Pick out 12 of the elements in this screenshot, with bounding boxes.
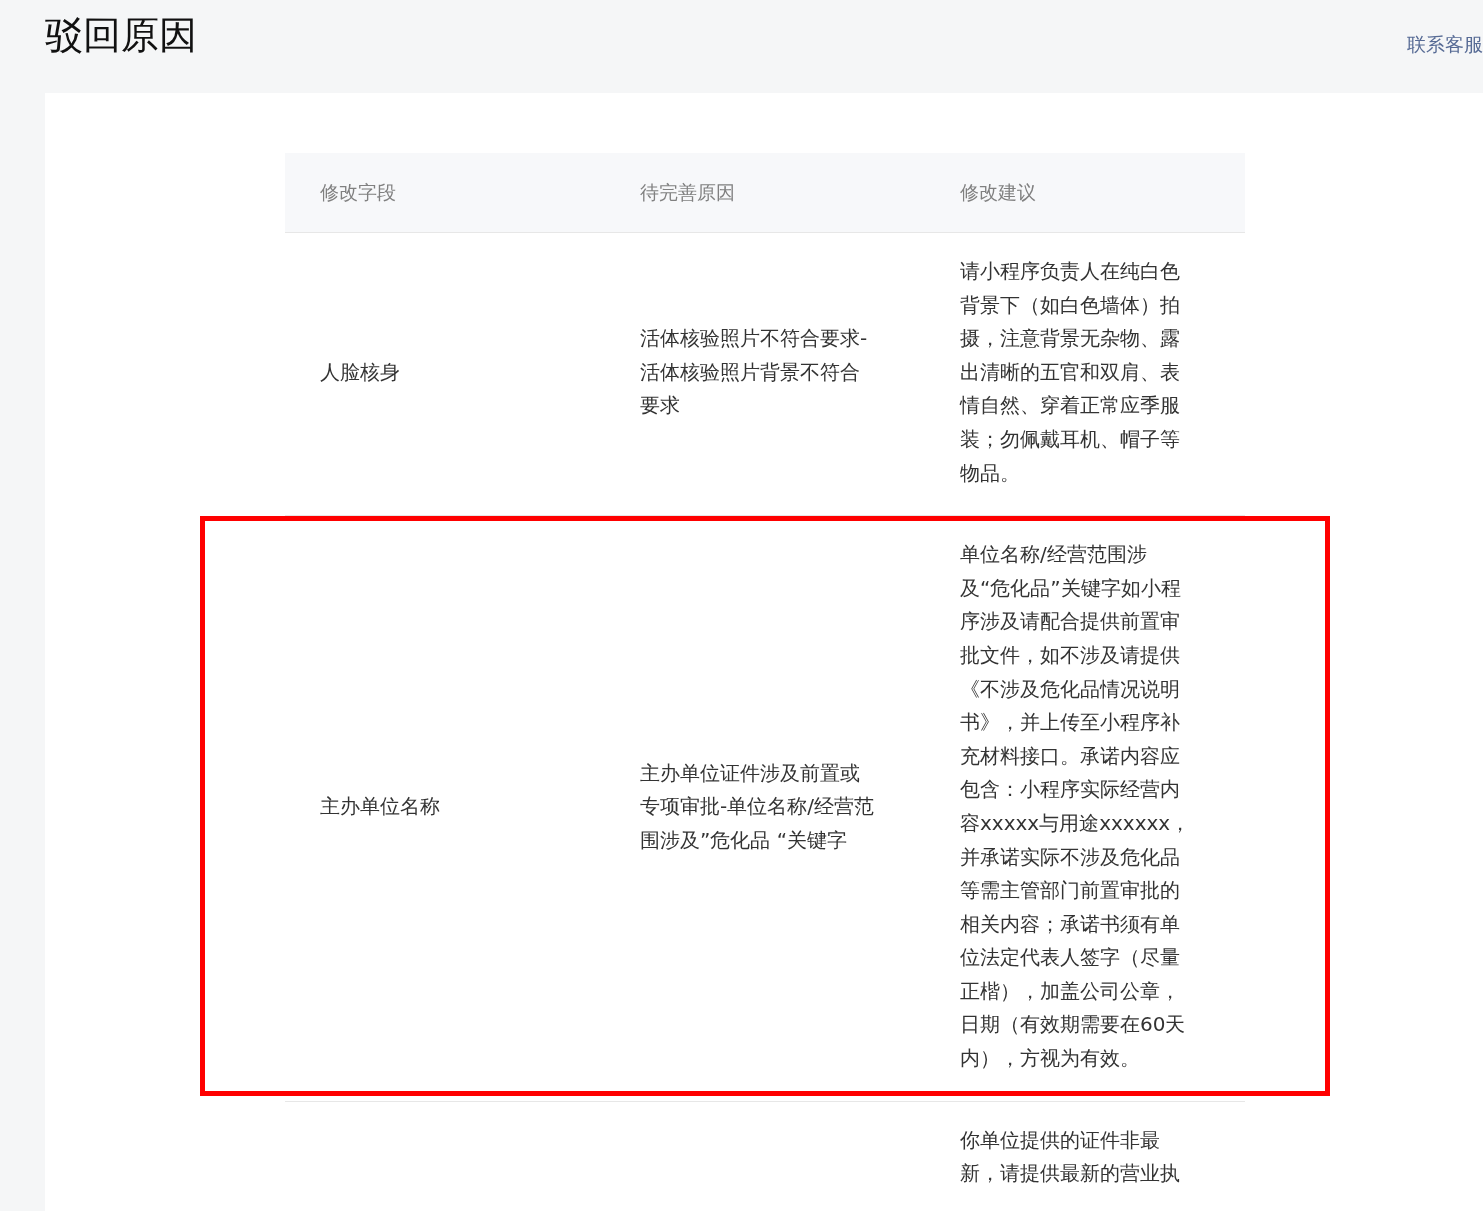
contact-link[interactable]: 联系客服 bbox=[1407, 32, 1483, 58]
table-cell-text: 请小程序负责人在纯白色背景下（如白色墙体）拍摄，注意背景无杂物、露出清晰的五官和双肩、表情自然、穿着正常应季服装；勿佩戴耳机、帽子等物品。 bbox=[960, 258, 1181, 487]
column-header: 修改建议 bbox=[959, 179, 1036, 205]
table-cell-text: 单位名称/经营范围涉及“危化品”关键字如小程序涉及请配合提供前置审批文件，如不涉及请提供《不涉及危化品情况说明书》，并上传至小程序补充材料接口。承诺内容应包含：小程序实际经营内容xxxxx与用途xxxxxx，并承诺实际不涉及危化品等需主管部门前置审批的相关内容；承诺书须有单位法定代表人签字（尽量正楷），加盖公司公章，日期（有效期需要在60天内），方视为有效。 bbox=[960, 541, 1192, 1073]
page-title: 驳回原因 bbox=[45, 12, 197, 59]
table-cell-text: 主办单位名称 bbox=[320, 793, 441, 821]
table-cell-text: 你单位提供的证件非最新，请提供最新的营业执 bbox=[960, 1126, 1181, 1188]
table-cell-text: 主办单位证件涉及前置或专项审批-单位名称/经营范围涉及”危化品 “关键字 bbox=[640, 759, 875, 854]
column-header: 待完善原因 bbox=[639, 179, 735, 205]
column-header: 修改字段 bbox=[319, 179, 396, 205]
table-cell-text: 人脸核身 bbox=[320, 358, 401, 386]
table-cell-text: 活体核验照片不符合要求-活体核验照片背景不符合要求 bbox=[640, 325, 869, 420]
